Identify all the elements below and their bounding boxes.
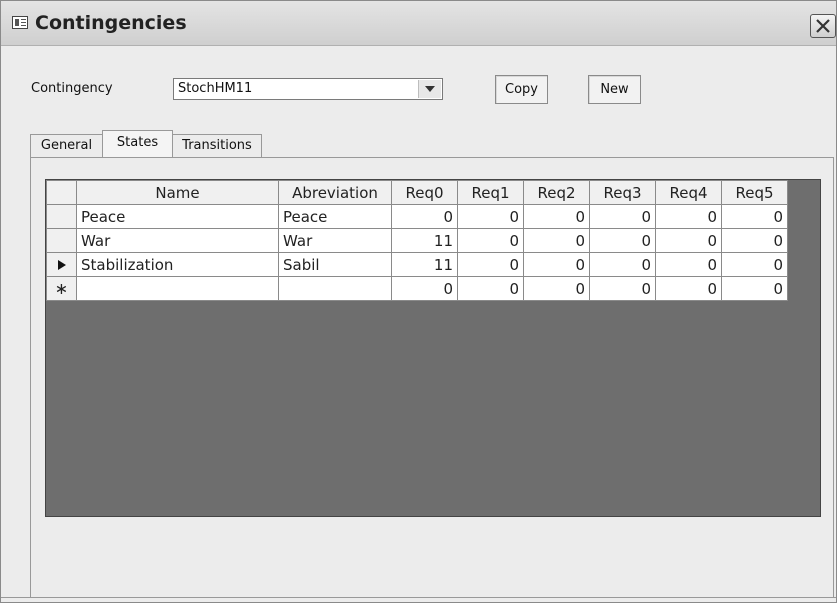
table-cell[interactable]: 0	[655, 204, 722, 229]
table-cell[interactable]: 0	[721, 276, 788, 301]
table-row: War War 11 0 0 0 0 0	[46, 228, 788, 253]
column-header[interactable]: Abreviation	[278, 180, 392, 205]
table-cell[interactable]: 0	[589, 276, 656, 301]
column-header[interactable]: Req0	[391, 180, 458, 205]
states-table: Name Abreviation Req0 Req1 Req2 Req3 Req…	[46, 180, 788, 301]
tab-transitions[interactable]: Transitions	[172, 134, 262, 157]
column-header[interactable]: Req1	[457, 180, 524, 205]
table-row-new: ∗ 0 0 0 0 0 0	[46, 276, 788, 301]
new-button[interactable]: New	[588, 75, 641, 104]
tab-general[interactable]: General	[30, 134, 103, 157]
tab-states[interactable]: States	[102, 130, 173, 157]
contingency-value: StochHM11	[178, 81, 253, 96]
contingency-combo[interactable]: StochHM11	[173, 78, 443, 100]
table-cell[interactable]: 0	[721, 204, 788, 229]
table-cell[interactable]: 0	[523, 276, 590, 301]
current-row-icon	[57, 259, 66, 270]
header-row: Name Abreviation Req0 Req1 Req2 Req3 Req…	[46, 180, 788, 205]
table-cell[interactable]: 0	[457, 204, 524, 229]
table-cell[interactable]: 0	[523, 252, 590, 277]
column-header[interactable]: Req5	[721, 180, 788, 205]
table-cell[interactable]: 0	[523, 228, 590, 253]
table-cell[interactable]: 0	[589, 228, 656, 253]
table-cell[interactable]: 0	[721, 252, 788, 277]
table-cell[interactable]: 0	[457, 252, 524, 277]
select-all-cell[interactable]	[46, 180, 77, 205]
row-selector[interactable]	[46, 228, 77, 253]
table-cell[interactable]: 11	[391, 228, 458, 253]
table-cell[interactable]: 0	[391, 204, 458, 229]
column-header[interactable]: Req3	[589, 180, 656, 205]
states-datasheet: Name Abreviation Req0 Req1 Req2 Req3 Req…	[45, 179, 821, 517]
table-cell[interactable]	[76, 276, 279, 301]
table-cell[interactable]: 0	[391, 276, 458, 301]
combo-dropdown-button[interactable]	[418, 80, 441, 98]
table-cell[interactable]: 0	[589, 204, 656, 229]
new-row-icon: ∗	[54, 278, 69, 298]
copy-button[interactable]: Copy	[495, 75, 548, 104]
chevron-down-icon	[425, 86, 435, 92]
table-cell[interactable]: 0	[457, 228, 524, 253]
close-icon	[816, 19, 830, 33]
table-cell[interactable]: Peace	[278, 204, 392, 229]
table-cell[interactable]: 0	[523, 204, 590, 229]
table-cell[interactable]: 0	[655, 228, 722, 253]
table-cell[interactable]	[278, 276, 392, 301]
row-selector[interactable]	[46, 204, 77, 229]
table-cell[interactable]: War	[278, 228, 392, 253]
table-cell[interactable]: Stabilization	[76, 252, 279, 277]
column-header[interactable]: Req4	[655, 180, 722, 205]
table-cell[interactable]: 0	[655, 276, 722, 301]
table-cell[interactable]: Peace	[76, 204, 279, 229]
column-header[interactable]: Name	[76, 180, 279, 205]
form-icon	[12, 16, 28, 29]
table-cell[interactable]: 11	[391, 252, 458, 277]
window-title: Contingencies	[35, 12, 187, 34]
contingencies-window: Contingencies Contingency StochHM11 Copy…	[0, 0, 837, 603]
column-header[interactable]: Req2	[523, 180, 590, 205]
contingency-label: Contingency	[31, 81, 113, 96]
table-row: Peace Peace 0 0 0 0 0 0	[46, 204, 788, 229]
title-bar: Contingencies	[1, 1, 836, 46]
window-bottom-border	[1, 597, 836, 598]
table-cell[interactable]: 0	[589, 252, 656, 277]
close-button[interactable]	[810, 14, 836, 38]
table-cell[interactable]: 0	[655, 252, 722, 277]
row-selector[interactable]	[46, 252, 77, 277]
row-selector[interactable]: ∗	[46, 276, 77, 301]
table-cell[interactable]: War	[76, 228, 279, 253]
table-cell[interactable]: Sabil	[278, 252, 392, 277]
table-row: Stabilization Sabil 11 0 0 0 0 0	[46, 252, 788, 277]
table-cell[interactable]: 0	[457, 276, 524, 301]
table-cell[interactable]: 0	[721, 228, 788, 253]
